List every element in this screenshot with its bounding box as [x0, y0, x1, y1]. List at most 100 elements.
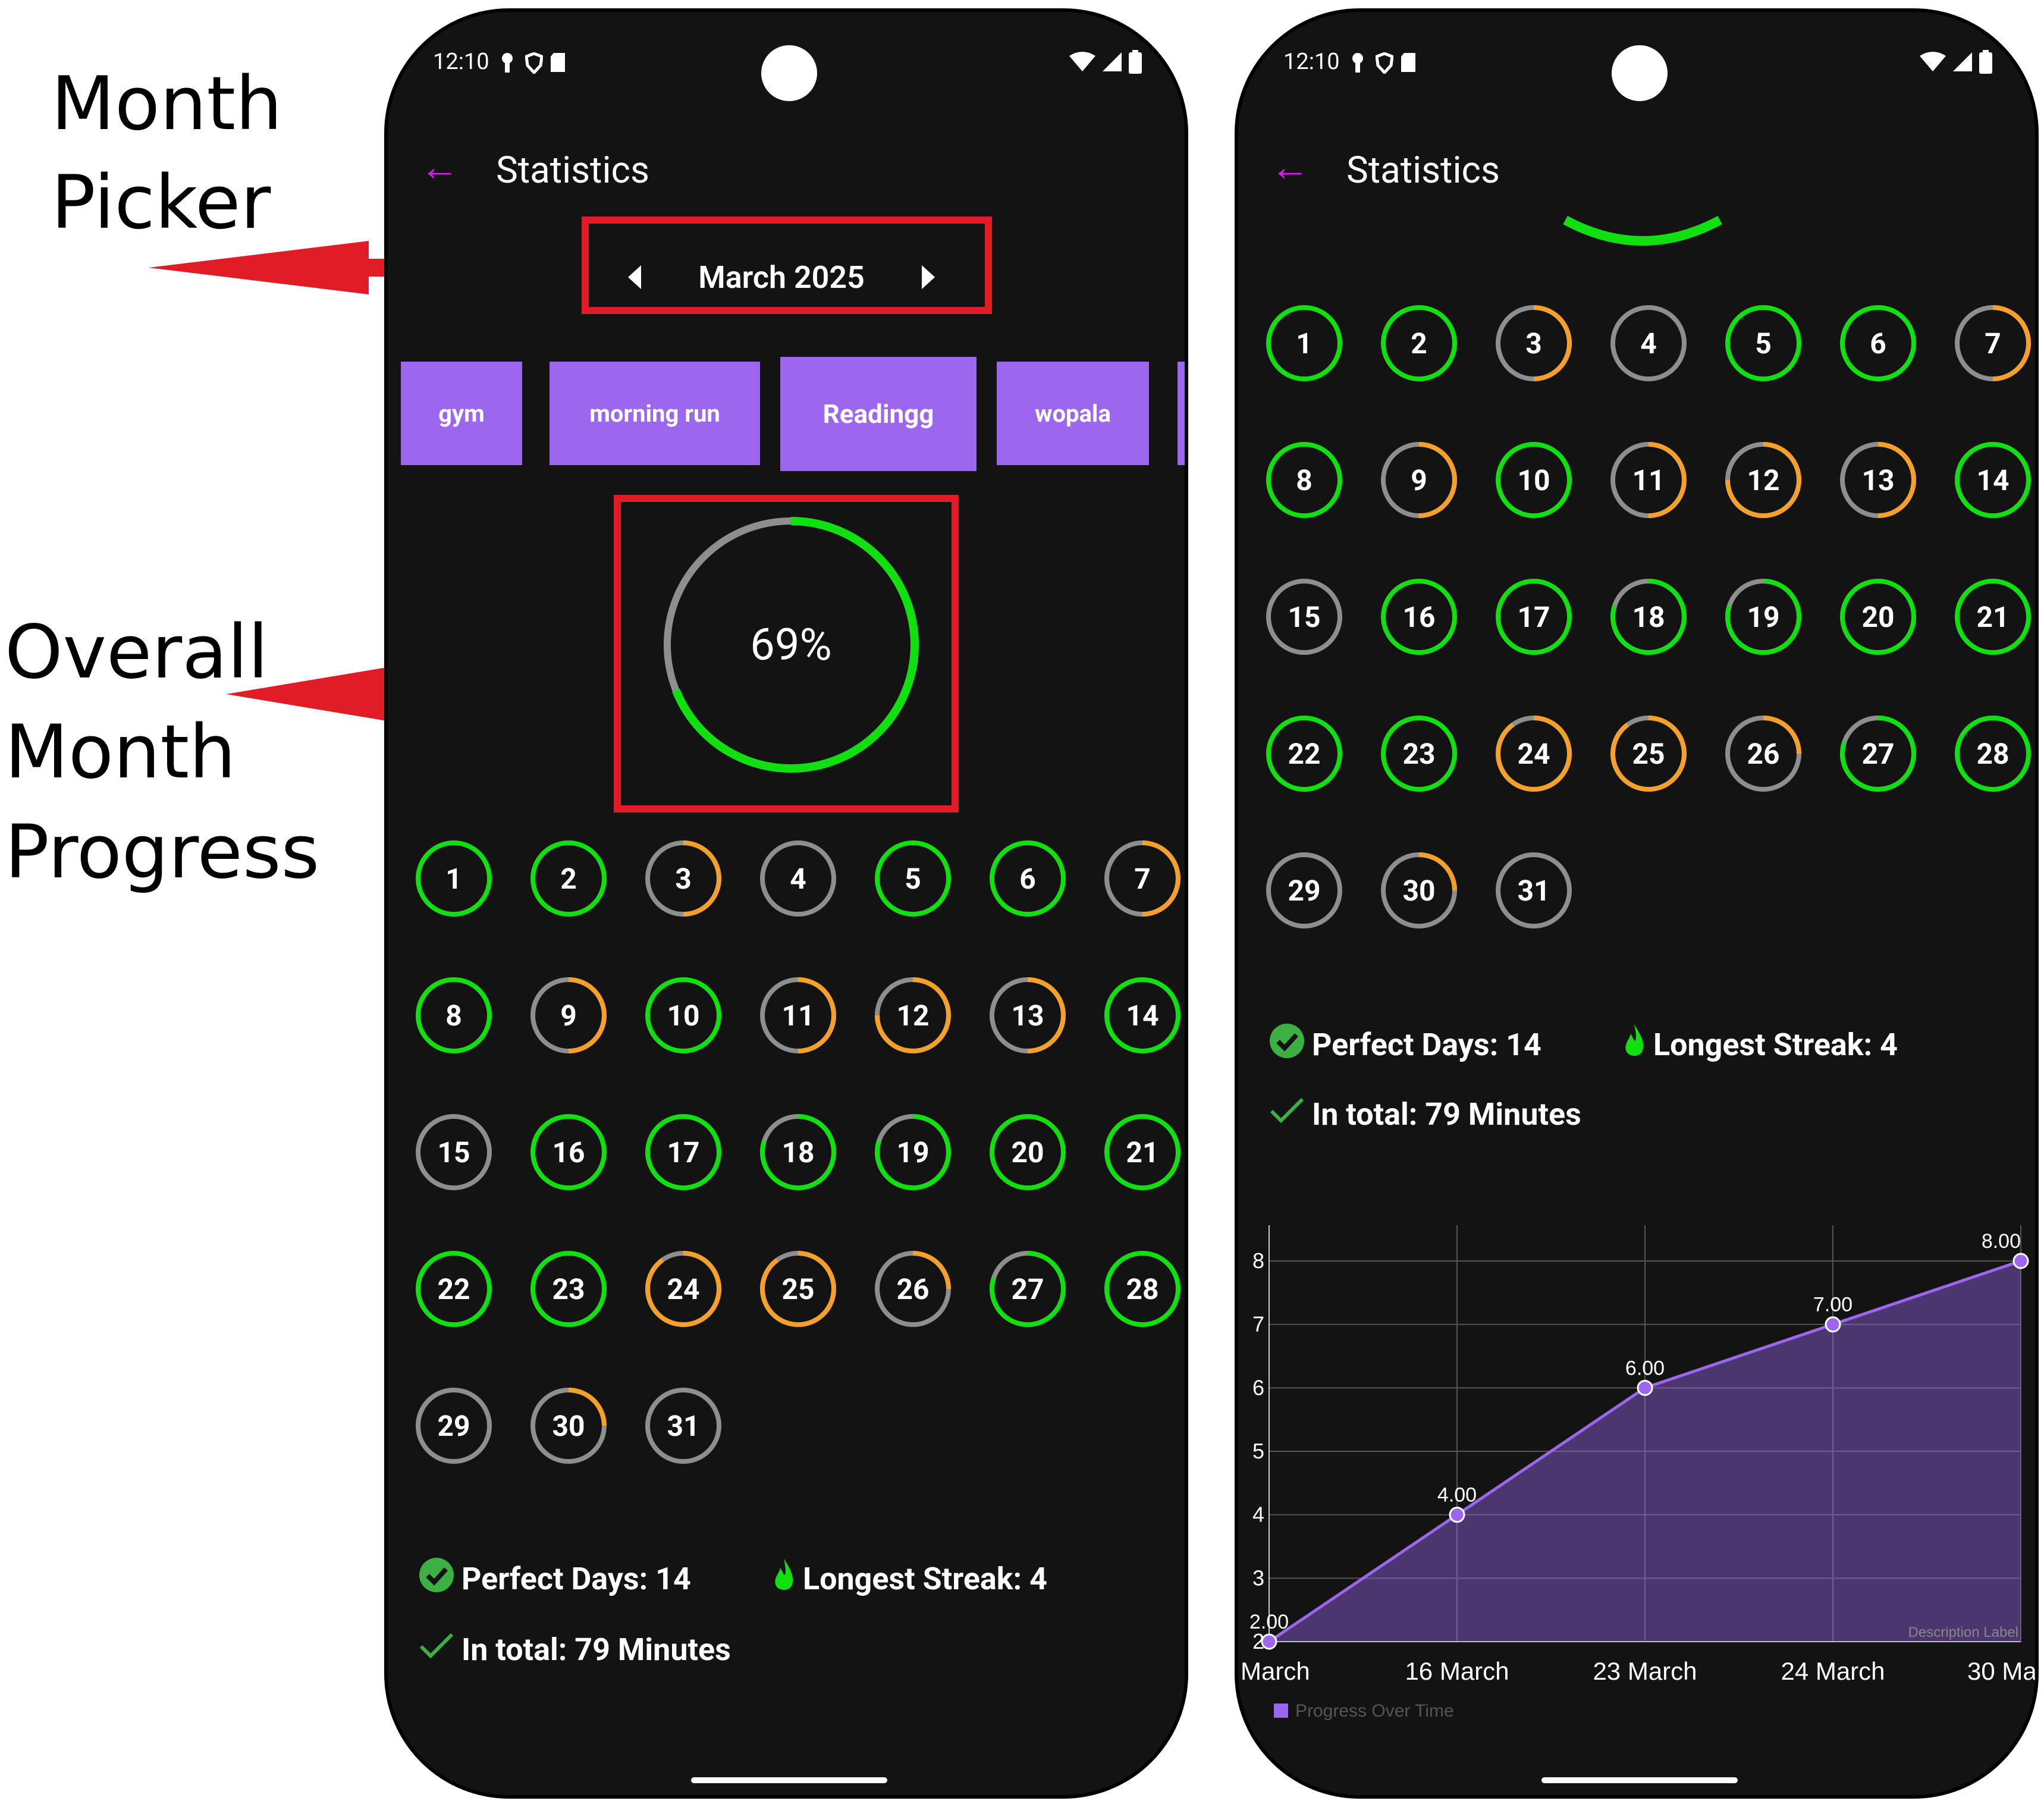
back-arrow-icon[interactable]: ←	[1270, 144, 1310, 190]
calendar-day[interactable]: 27	[988, 1249, 1067, 1329]
calendar-day[interactable]: 15	[414, 1112, 494, 1192]
data-point	[1449, 1507, 1465, 1523]
calendar-day[interactable]: 21	[1103, 1112, 1182, 1192]
calendar-day[interactable]: 22	[1264, 714, 1344, 793]
home-indicator[interactable]	[1541, 1777, 1738, 1783]
calendar-day[interactable]: 31	[1494, 851, 1574, 930]
calendar-day[interactable]: 15	[1264, 577, 1344, 657]
x-tick-label: 16 March	[1405, 1657, 1509, 1685]
calendar-day[interactable]: 2	[529, 839, 608, 918]
day-number: 7	[1985, 326, 2001, 360]
calendar-day[interactable]: 13	[1838, 440, 1918, 520]
day-number: 4	[790, 861, 806, 896]
calendar-day[interactable]: 25	[1609, 714, 1688, 793]
calendar-day[interactable]: 1	[414, 839, 494, 918]
habit-chip[interactable]: morning run	[550, 362, 760, 465]
flame-icon	[1622, 1023, 1646, 1066]
calendar-day[interactable]: 27	[1838, 714, 1918, 793]
calendar-day[interactable]: 19	[873, 1112, 953, 1192]
calendar-day[interactable]: 23	[529, 1249, 608, 1329]
sd-card-icon	[1401, 52, 1415, 72]
back-arrow-icon[interactable]: ←	[420, 144, 459, 190]
calendar-day[interactable]: 18	[758, 1112, 838, 1192]
day-number: 2	[560, 861, 577, 896]
calendar-day[interactable]: 7	[1953, 303, 2033, 383]
day-number: 6	[1019, 861, 1036, 896]
calendar-day[interactable]: 6	[988, 839, 1067, 918]
day-number: 16	[1402, 600, 1436, 634]
shield-icon	[1374, 52, 1394, 75]
calendar-day[interactable]: 17	[643, 1112, 723, 1192]
calendar-day[interactable]: 16	[529, 1112, 608, 1192]
day-number: 29	[437, 1408, 470, 1443]
day-number: 24	[1517, 736, 1550, 771]
calendar-day[interactable]: 29	[1264, 851, 1344, 930]
calendar-day[interactable]: 26	[873, 1249, 953, 1329]
calendar-day[interactable]: 20	[988, 1112, 1067, 1192]
calendar-day[interactable]: 12	[873, 975, 953, 1055]
calendar-day[interactable]: 11	[758, 975, 838, 1055]
calendar-day[interactable]: 20	[1838, 577, 1918, 657]
calendar-day[interactable]: 30	[529, 1386, 608, 1466]
calendar-day[interactable]: 22	[414, 1249, 494, 1329]
calendar-day[interactable]: 12	[1723, 440, 1803, 520]
calendar-day[interactable]: 17	[1494, 577, 1574, 657]
calendar-day[interactable]: 8	[1264, 440, 1344, 520]
calendar-day[interactable]: 7	[1103, 839, 1182, 918]
home-indicator[interactable]	[691, 1777, 887, 1783]
habit-chip[interactable]: gym	[401, 362, 522, 465]
calendar-day[interactable]: 14	[1953, 440, 2033, 520]
day-number: 26	[1747, 736, 1780, 771]
day-number: 22	[437, 1272, 470, 1306]
calendar-day[interactable]: 1	[1264, 303, 1344, 383]
highlight-box	[614, 495, 959, 812]
annotation-text: Month	[51, 61, 282, 147]
calendar-day[interactable]: 5	[873, 839, 953, 918]
calendar-day[interactable]: 5	[1723, 303, 1803, 383]
calendar-day[interactable]: 8	[414, 975, 494, 1055]
calendar-day[interactable]: 25	[758, 1249, 838, 1329]
habit-chip[interactable]	[1178, 362, 1185, 465]
key-icon	[500, 52, 514, 73]
x-tick-label: March	[1241, 1657, 1310, 1685]
calendar-day[interactable]: 10	[643, 975, 723, 1055]
calendar-day[interactable]: 4	[1609, 303, 1688, 383]
calendar-day[interactable]: 4	[758, 839, 838, 918]
day-number: 28	[1126, 1272, 1159, 1306]
calendar-day[interactable]: 13	[988, 975, 1067, 1055]
calendar-day[interactable]: 28	[1103, 1249, 1182, 1329]
calendar-day[interactable]: 23	[1379, 714, 1459, 793]
wifi-icon	[1920, 51, 1946, 75]
calendar-day[interactable]: 31	[643, 1386, 723, 1466]
day-number: 18	[781, 1135, 815, 1169]
calendar-day[interactable]: 3	[1494, 303, 1574, 383]
calendar-day[interactable]: 2	[1379, 303, 1459, 383]
calendar-day[interactable]: 3	[643, 839, 723, 918]
calendar-day[interactable]: 14	[1103, 975, 1182, 1055]
calendar-day[interactable]: 26	[1723, 714, 1803, 793]
day-number: 1	[445, 861, 462, 896]
calendar-day[interactable]: 28	[1953, 714, 2033, 793]
calendar-day[interactable]: 21	[1953, 577, 2033, 657]
progress-line-chart: 87654322.004.006.007.008.00March 16 March…	[1241, 1225, 2035, 1721]
calendar-day[interactable]: 24	[643, 1249, 723, 1329]
flame-icon	[772, 1557, 796, 1601]
calendar-day[interactable]: 10	[1494, 440, 1574, 520]
calendar-day[interactable]: 18	[1609, 577, 1688, 657]
calendar-day[interactable]: 16	[1379, 577, 1459, 657]
day-number: 2	[1411, 326, 1427, 360]
habit-chip[interactable]: wopala	[997, 362, 1149, 465]
calendar-day[interactable]: 6	[1838, 303, 1918, 383]
habit-chip-selected[interactable]: Readingg	[780, 357, 977, 471]
calendar-day[interactable]: 19	[1723, 577, 1803, 657]
calendar-day[interactable]: 29	[414, 1386, 494, 1466]
calendar-day[interactable]: 9	[529, 975, 608, 1055]
calendar-day[interactable]: 24	[1494, 714, 1574, 793]
calendar-day[interactable]: 30	[1379, 851, 1459, 930]
calendar-day[interactable]: 11	[1609, 440, 1688, 520]
day-number: 12	[1747, 463, 1780, 497]
day-number: 11	[781, 998, 815, 1033]
signal-icon	[1101, 51, 1123, 75]
calendar-day[interactable]: 9	[1379, 440, 1459, 520]
longest-streak-text: Longest Streak: 4	[1653, 1027, 1898, 1063]
